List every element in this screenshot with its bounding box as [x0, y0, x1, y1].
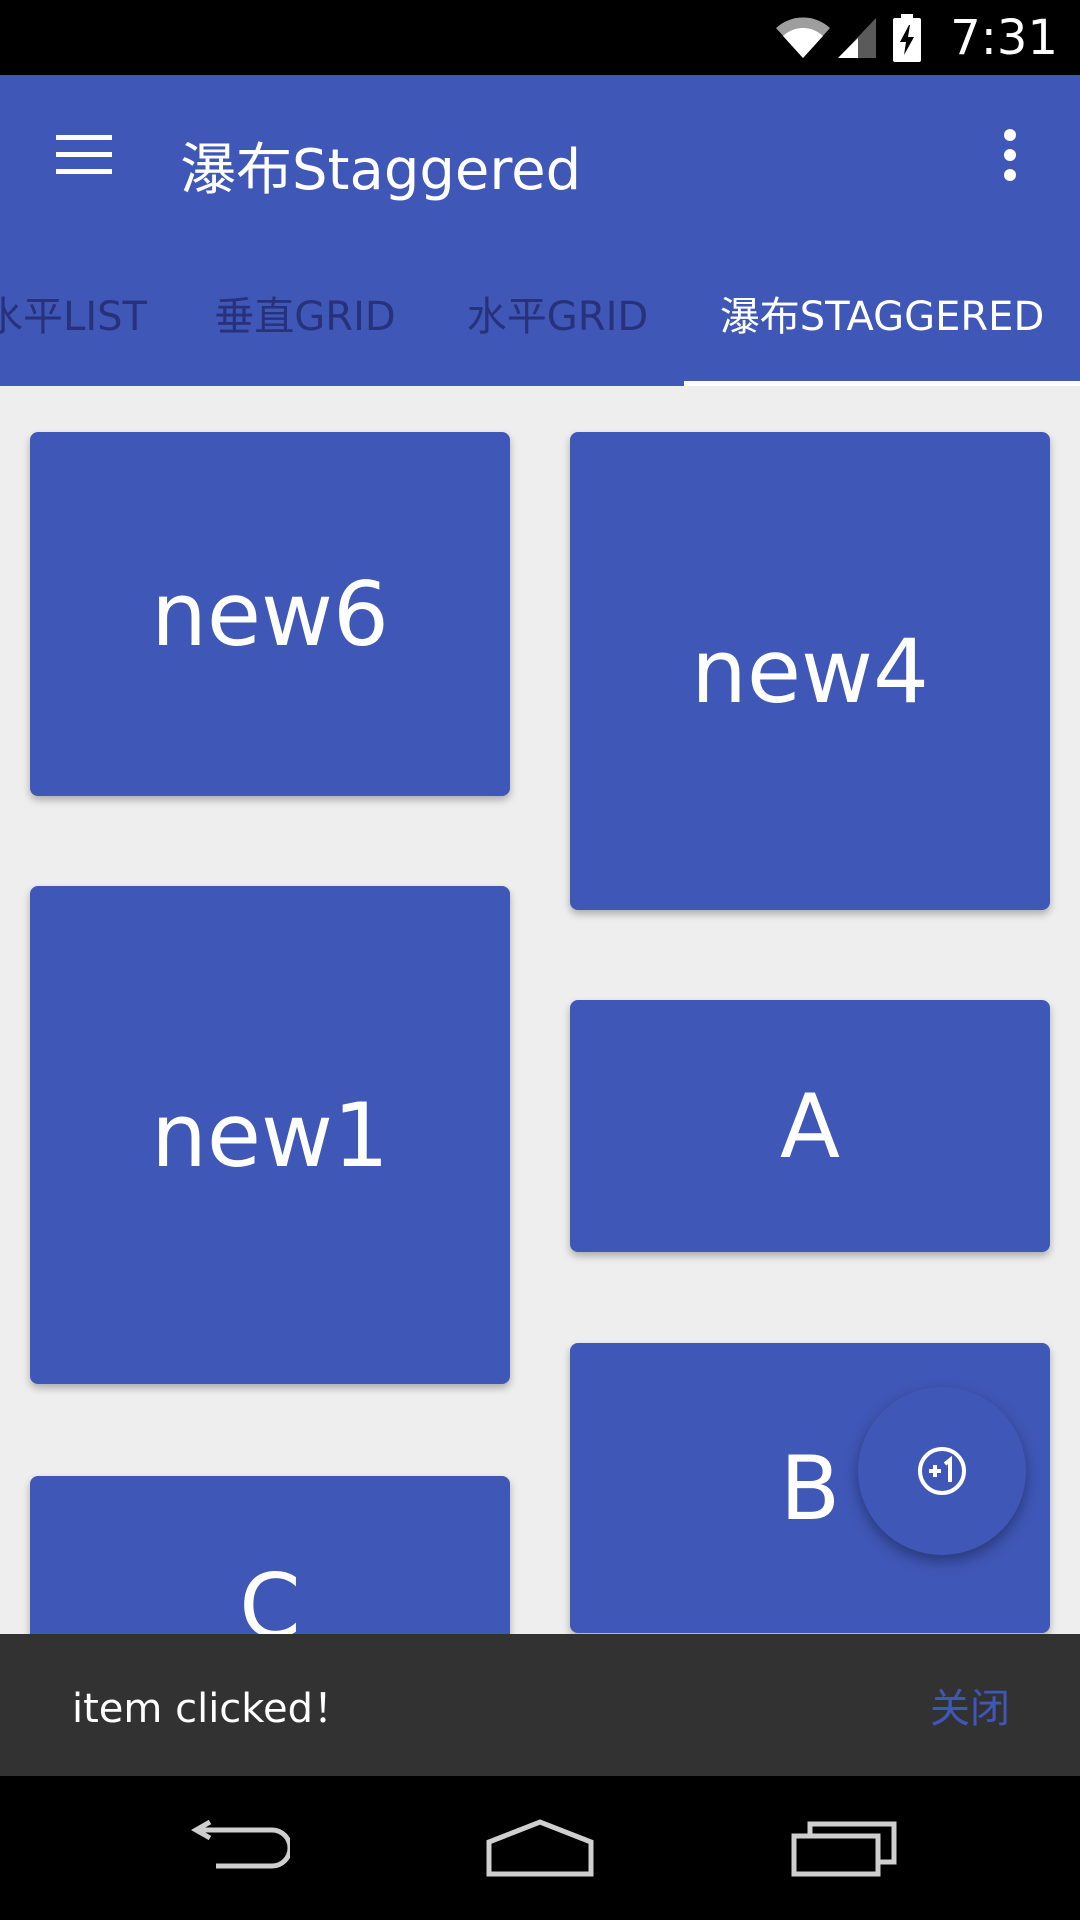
- tab-horizontal-grid[interactable]: 水平GRID: [440, 240, 675, 386]
- app-toolbar: 瀑布Staggered: [0, 75, 1080, 240]
- snackbar: item clicked！ 关闭: [0, 1634, 1080, 1776]
- app-screen: 7:31 瀑布Staggered 水平LIST 垂直GRID 水平GRID 瀑布…: [0, 0, 1080, 1920]
- grid-card-new6[interactable]: new6: [30, 432, 510, 796]
- tab-horizontal-list[interactable]: 水平LIST: [0, 240, 160, 386]
- grid-card-c[interactable]: C: [30, 1476, 510, 1634]
- tab-staggered[interactable]: 瀑布STAGGERED: [684, 240, 1080, 386]
- status-bar: 7:31: [0, 0, 1080, 75]
- grid-card-new1[interactable]: new1: [30, 886, 510, 1384]
- back-button[interactable]: [170, 1804, 310, 1892]
- tab-vertical-grid[interactable]: 垂直GRID: [190, 240, 420, 386]
- home-icon: [486, 1819, 594, 1877]
- more-vertical-icon: [1004, 129, 1016, 181]
- recents-button[interactable]: [775, 1804, 915, 1892]
- plus-one-icon: [918, 1447, 966, 1495]
- snackbar-close-button[interactable]: 关闭: [930, 1634, 1010, 1776]
- grid-card-a[interactable]: A: [570, 1000, 1050, 1252]
- hamburger-menu-icon: [56, 135, 112, 174]
- status-clock: 7:31: [950, 9, 1058, 66]
- menu-button[interactable]: [40, 115, 128, 195]
- wifi-icon: [776, 17, 831, 58]
- plus-one-fab[interactable]: [858, 1387, 1026, 1555]
- snackbar-message: item clicked！: [72, 1686, 354, 1732]
- grid-card-new4[interactable]: new4: [570, 432, 1050, 910]
- back-icon: [190, 1820, 290, 1869]
- recents-icon: [791, 1821, 897, 1877]
- page-title: 瀑布Staggered: [180, 138, 582, 203]
- battery-charging-icon: [893, 13, 922, 62]
- home-button[interactable]: [470, 1804, 610, 1892]
- overflow-menu-button[interactable]: [980, 115, 1040, 195]
- cell-signal-icon: [838, 17, 877, 58]
- tab-bar: 水平LIST 垂直GRID 水平GRID 瀑布STAGGERED: [0, 240, 1080, 386]
- status-icons: 7:31: [774, 0, 1080, 75]
- system-nav-bar: [0, 1776, 1080, 1920]
